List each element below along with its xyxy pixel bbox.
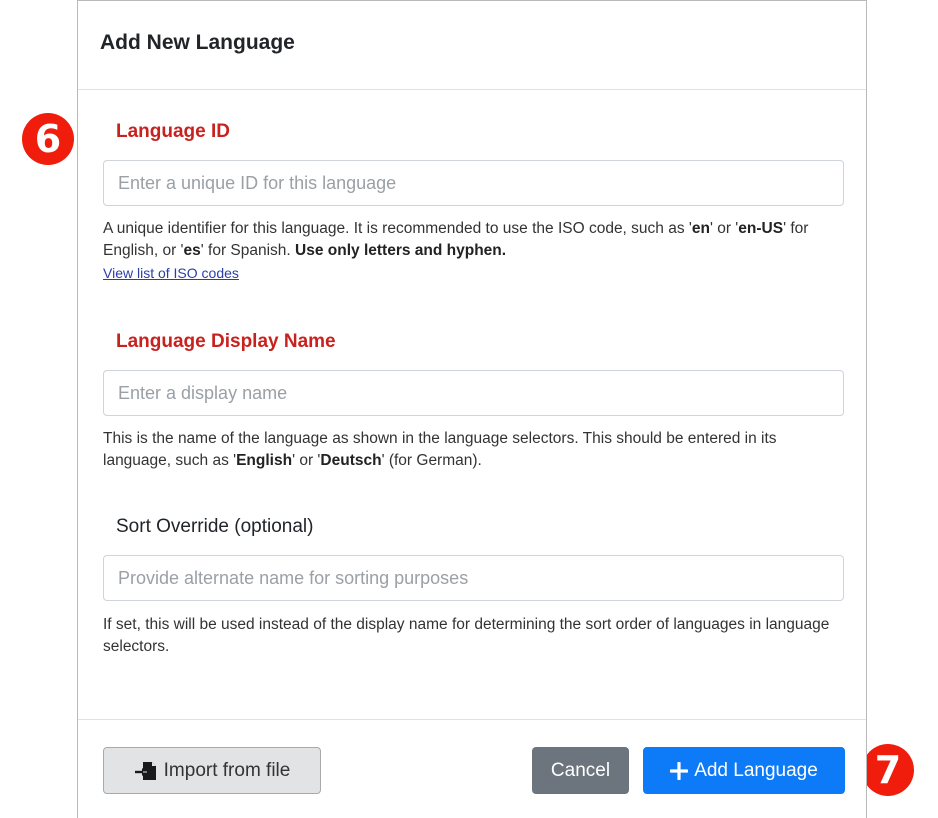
sort-override-label: Sort Override (optional) bbox=[116, 516, 314, 537]
callout-number: 6 bbox=[34, 117, 62, 161]
plus-icon bbox=[670, 761, 689, 780]
import-button-label: Import from file bbox=[163, 759, 291, 781]
callout-marker-7: 7 bbox=[862, 744, 914, 796]
display-name-help: This is the name of the language as show… bbox=[103, 430, 777, 469]
sort-override-help: If set, this will be used instead of the… bbox=[103, 616, 830, 655]
sort-override-input[interactable] bbox=[103, 555, 844, 601]
cancel-button-label: Cancel bbox=[550, 759, 611, 781]
page: 6 7 Add New Language Language ID A uniqu… bbox=[0, 0, 938, 818]
callout-number: 7 bbox=[874, 748, 902, 792]
footer-divider bbox=[78, 719, 866, 720]
display-name-label: Language Display Name bbox=[116, 331, 336, 352]
header-divider bbox=[78, 89, 866, 90]
language-id-label: Language ID bbox=[116, 121, 231, 142]
add-language-button[interactable]: Add Language bbox=[643, 747, 845, 794]
language-id-help: A unique identifier for this language. I… bbox=[103, 220, 809, 281]
import-from-file-button[interactable]: Import from file bbox=[103, 747, 321, 794]
display-name-input[interactable] bbox=[103, 370, 844, 416]
language-id-input[interactable] bbox=[103, 160, 844, 206]
cancel-button[interactable]: Cancel bbox=[532, 747, 629, 794]
iso-codes-link[interactable]: View list of ISO codes bbox=[103, 265, 239, 281]
add-language-dialog: Add New Language Language ID A unique id… bbox=[77, 0, 867, 818]
file-import-icon bbox=[134, 760, 158, 782]
callout-marker-6: 6 bbox=[22, 113, 74, 165]
add-button-label: Add Language bbox=[694, 759, 818, 781]
dialog-title: Add New Language bbox=[100, 31, 295, 54]
